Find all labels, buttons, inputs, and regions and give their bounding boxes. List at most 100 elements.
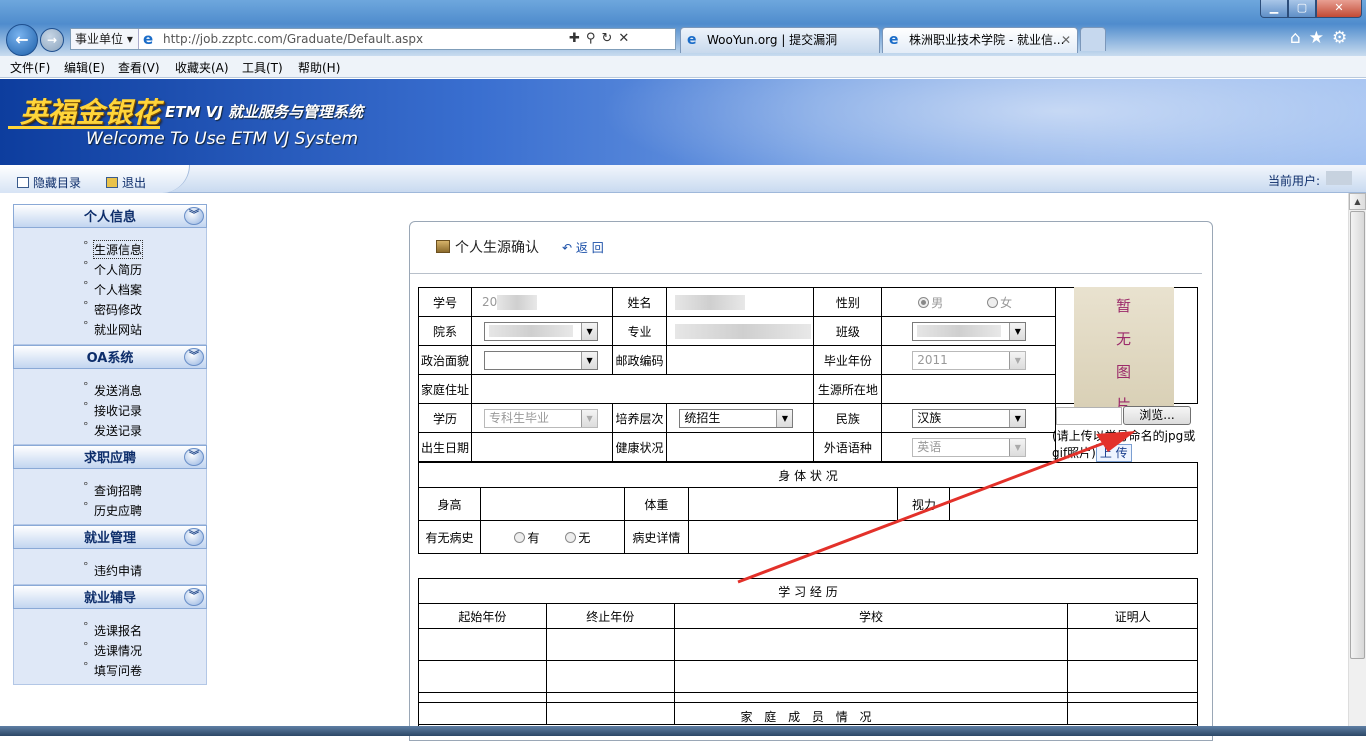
start-year-input[interactable] — [418, 628, 547, 661]
redacted — [675, 294, 746, 310]
current-user-label: 当前用户: — [1268, 174, 1321, 188]
browse-button[interactable]: 浏览... — [1123, 406, 1191, 425]
scroll-thumb[interactable] — [1350, 211, 1365, 659]
maximize-button[interactable]: ▢ — [1288, 0, 1316, 18]
weight-input[interactable] — [687, 487, 899, 521]
favorites-star-icon[interactable]: ★ — [1309, 28, 1332, 48]
close-window-button[interactable]: ✕ — [1316, 0, 1362, 18]
page-toolbar: 隐藏目录 退出 当前用户: — [0, 165, 1366, 193]
chevron-down-icon[interactable]: ︾ — [184, 348, 204, 366]
nav-item-origin-info[interactable]: 生源信息 — [83, 239, 144, 259]
tab-wooyun[interactable]: e WooYun.org | 提交漏洞 — [680, 27, 880, 53]
nav-item-sent[interactable]: 发送记录 — [83, 420, 142, 439]
origin-input[interactable] — [881, 374, 1057, 404]
nav-item-resume[interactable]: 个人简历 — [83, 259, 142, 278]
upload-button[interactable]: 上 传 — [1095, 444, 1132, 462]
address-bar[interactable]: 事业单位 ▾ e http://job.zzptc.com/Graduate/D… — [70, 28, 676, 50]
address-input[interactable] — [471, 374, 815, 404]
radio-icon[interactable] — [514, 531, 526, 543]
page-scrollbar[interactable]: ▲ — [1348, 193, 1366, 726]
ethnic-select[interactable]: 汉族 ▼ — [912, 408, 1027, 428]
gender-male-option[interactable]: 男 — [918, 296, 943, 310]
menu-help[interactable]: 帮助(H) — [298, 59, 340, 76]
zone-dropdown[interactable]: 事业单位 ▾ — [71, 29, 139, 49]
back-arrow-icon[interactable]: ← — [6, 24, 38, 56]
vision-input[interactable] — [949, 487, 1198, 521]
minimize-button[interactable]: ▁ — [1260, 0, 1288, 18]
logout-link[interactable]: 退出 — [106, 174, 146, 191]
left-nav: 个人信息 ︾ 生源信息 个人简历 个人档案 密码修改 就业网站 OA系统 ︾ 发送消… — [13, 204, 207, 685]
height-input[interactable] — [479, 487, 625, 521]
home-icon[interactable]: ⌂ — [1290, 28, 1309, 48]
history-no-option[interactable]: 无 — [565, 531, 590, 545]
nav-item-breach[interactable]: 违约申请 — [83, 560, 142, 579]
radio-icon[interactable] — [565, 531, 577, 543]
start-year-input[interactable] — [418, 660, 547, 693]
browser-chrome: ▁ ▢ ✕ ← → 事业单位 ▾ e http://job.zzptc.com/… — [0, 0, 1366, 78]
address-tools[interactable]: ✚⚲↻✕ — [565, 29, 675, 49]
exit-icon — [106, 177, 118, 188]
nav-item-survey[interactable]: 填写问卷 — [83, 660, 142, 679]
stop-icon[interactable]: ✕ — [618, 31, 635, 46]
nav-header-personal[interactable]: 个人信息 ︾ — [13, 204, 207, 228]
postcode-input[interactable] — [666, 345, 815, 375]
scroll-up-icon[interactable]: ▲ — [1349, 193, 1366, 210]
refresh-icon[interactable]: ↻ — [601, 31, 618, 46]
training-select[interactable]: 统招生 ▼ — [679, 408, 794, 428]
radio-icon[interactable] — [918, 296, 930, 308]
class-select[interactable]: ▼ — [912, 321, 1027, 341]
end-year-input[interactable] — [545, 660, 675, 693]
tab-zzptc[interactable]: e 株洲职业技术学院 - 就业信... ✕ — [882, 27, 1078, 53]
menu-edit[interactable]: 编辑(E) — [64, 59, 105, 76]
gender-female-option[interactable]: 女 — [987, 296, 1012, 310]
chevron-down-icon[interactable]: ︾ — [184, 207, 204, 225]
gear-icon[interactable]: ⚙ — [1332, 28, 1355, 48]
dept-select[interactable]: ▼ — [484, 321, 599, 341]
grad-year-value: 2011 — [917, 352, 948, 367]
grad-year-select[interactable]: 2011 ▼ — [912, 350, 1027, 370]
compat-icon[interactable]: ✚ — [569, 31, 586, 46]
birth-input[interactable] — [471, 432, 613, 462]
search-icon[interactable]: ⚲ — [586, 31, 602, 46]
school-input[interactable] — [673, 660, 1069, 693]
nav-header-oa[interactable]: OA系统 ︾ — [13, 345, 207, 369]
nav-header-coaching[interactable]: 就业辅导 ︾ — [13, 585, 207, 609]
nav-item-received[interactable]: 接收记录 — [83, 400, 142, 419]
edu-select[interactable]: 专科生毕业 ▼ — [484, 408, 599, 428]
height-label: 身高 — [418, 487, 481, 521]
nav-item-course-status[interactable]: 选课情况 — [83, 640, 142, 659]
school-input[interactable] — [673, 628, 1069, 661]
nav-header-employment[interactable]: 就业管理 ︾ — [13, 525, 207, 549]
new-tab-button[interactable] — [1080, 27, 1106, 51]
nav-item-archive[interactable]: 个人档案 — [83, 279, 142, 298]
menu-file[interactable]: 文件(F) — [10, 59, 50, 76]
lang-select[interactable]: 英语 ▼ — [912, 437, 1027, 457]
close-tab-icon[interactable]: ✕ — [1061, 28, 1071, 52]
photo-file-input[interactable] — [1056, 407, 1122, 425]
menu-favorites[interactable]: 收藏夹(A) — [175, 59, 229, 76]
witness-input[interactable] — [1067, 628, 1198, 661]
history-yes-option[interactable]: 有 — [514, 531, 539, 545]
nav-item-password[interactable]: 密码修改 — [83, 299, 142, 318]
back-link[interactable]: ↶ 返 回 — [562, 239, 604, 256]
menu-tools[interactable]: 工具(T) — [242, 59, 283, 76]
nav-item-history[interactable]: 历史应聘 — [83, 500, 142, 519]
history-detail-input[interactable] — [687, 520, 1199, 554]
chevron-down-icon[interactable]: ︾ — [184, 528, 204, 546]
chevron-down-icon[interactable]: ︾ — [184, 448, 204, 466]
hide-menu-link[interactable]: 隐藏目录 — [17, 174, 81, 191]
end-year-input[interactable] — [545, 628, 675, 661]
forward-arrow-icon[interactable]: → — [40, 28, 64, 52]
nav-item-search-jobs[interactable]: 查询招聘 — [83, 480, 142, 499]
chevron-down-icon[interactable]: ︾ — [184, 588, 204, 606]
menu-view[interactable]: 查看(V) — [118, 59, 160, 76]
nav-item-send-message[interactable]: 发送消息 — [83, 380, 142, 399]
nav-item-course-signup[interactable]: 选课报名 — [83, 620, 142, 639]
politics-select[interactable]: ▼ — [484, 350, 599, 370]
url-text[interactable]: http://job.zzptc.com/Graduate/Default.as… — [163, 29, 423, 49]
witness-input[interactable] — [1067, 660, 1198, 693]
radio-icon[interactable] — [987, 296, 999, 308]
nav-header-job[interactable]: 求职应聘 ︾ — [13, 445, 207, 469]
health-input[interactable] — [666, 432, 815, 462]
nav-item-job-site[interactable]: 就业网站 — [83, 319, 142, 338]
